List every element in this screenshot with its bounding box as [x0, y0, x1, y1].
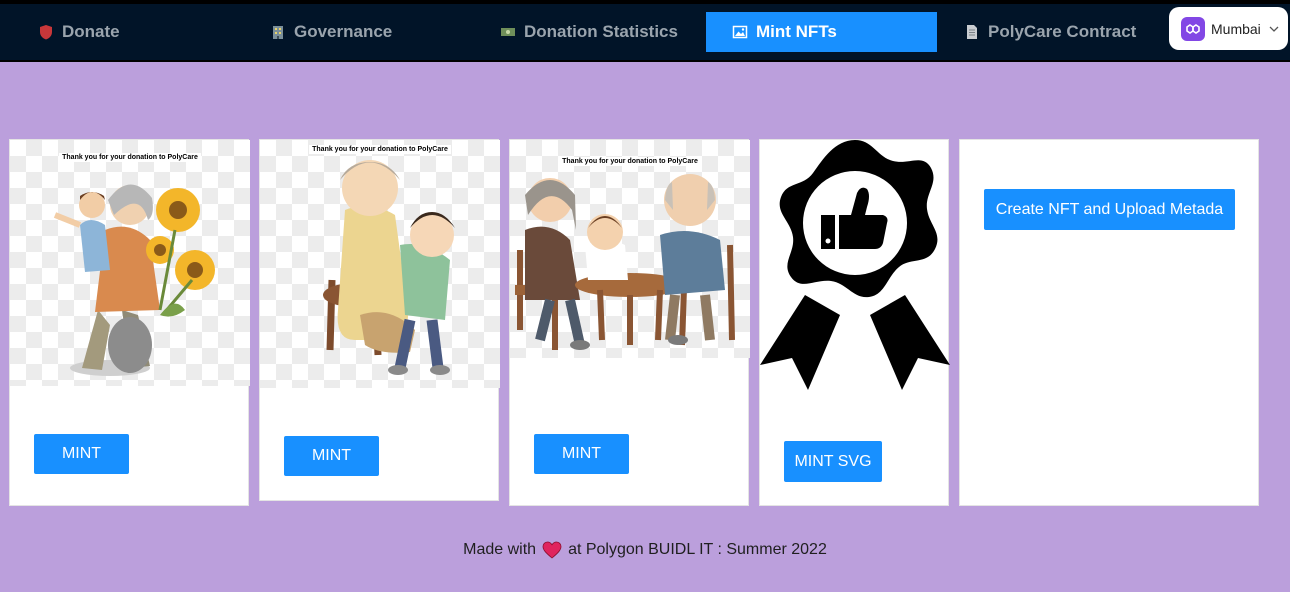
create-nft-card: Create NFT and Upload Metada	[959, 139, 1259, 506]
nav-item-donate[interactable]: Donate	[38, 12, 218, 52]
nav-item-label: Mint NFTs	[756, 22, 837, 41]
polygon-logo-icon	[1181, 16, 1205, 41]
nft-artwork: Thank you for your donation to PolyCare	[10, 140, 250, 386]
nav-item-polycare-contract[interactable]: PolyCare Contract	[964, 12, 1154, 52]
red-shield-icon	[40, 25, 52, 40]
building-icon	[273, 26, 283, 39]
mint-svg-button[interactable]: MINT SVG	[784, 441, 882, 482]
framed-picture-icon	[732, 25, 748, 39]
footer-prefix: Made with	[463, 541, 537, 558]
grandparents-child-table-illustration	[515, 174, 735, 350]
nav-menu: Donate Governance Donation Statistics Mi…	[0, 4, 1290, 60]
footer: Made with at Polygon BUIDL IT : Summer 2…	[0, 541, 1290, 559]
create-nft-upload-metadata-button[interactable]: Create NFT and Upload Metada	[984, 189, 1235, 230]
nav-item-label: Donation Statistics	[524, 22, 678, 41]
nav-item-governance[interactable]: Governance	[270, 12, 450, 52]
mint-button[interactable]: MINT	[34, 434, 129, 474]
thumbs-up-award-badge-icon	[760, 140, 950, 390]
footer-suffix: at Polygon BUIDL IT : Summer 2022	[568, 541, 827, 558]
grandmother-hugging-boy-illustration	[323, 160, 455, 375]
network-selector[interactable]: Mumbai	[1169, 7, 1288, 50]
nav-item-label: PolyCare Contract	[988, 22, 1137, 41]
network-name: Mumbai	[1211, 20, 1261, 37]
top-navigation-bar: Donate Governance Donation Statistics Mi…	[0, 0, 1290, 62]
grandmother-child-sunflowers-illustration	[53, 184, 215, 376]
chevron-down-icon	[1269, 26, 1279, 32]
nav-item-donation-statistics[interactable]: Donation Statistics	[500, 12, 700, 52]
nft-artwork: Thank you for your donation to PolyCare	[510, 140, 750, 358]
nft-card: Thank you for your donation to PolyCare …	[509, 139, 750, 506]
nav-item-label: Governance	[294, 22, 393, 41]
nft-card: Thank you for your donation to PolyCare …	[9, 139, 250, 506]
nft-card: Thank you for your donation to PolyCare …	[259, 139, 500, 501]
nav-item-label: Donate	[62, 22, 120, 41]
money-icon	[501, 28, 515, 36]
mint-button[interactable]: MINT	[284, 436, 379, 476]
nav-item-mint-nfts[interactable]: Mint NFTs	[706, 12, 937, 52]
nft-card: MINT SVG	[759, 139, 950, 506]
nft-artwork: Thank you for your donation to PolyCare	[260, 140, 500, 388]
heart-icon	[542, 541, 562, 559]
page-icon	[967, 25, 977, 39]
mint-button[interactable]: MINT	[534, 434, 629, 474]
